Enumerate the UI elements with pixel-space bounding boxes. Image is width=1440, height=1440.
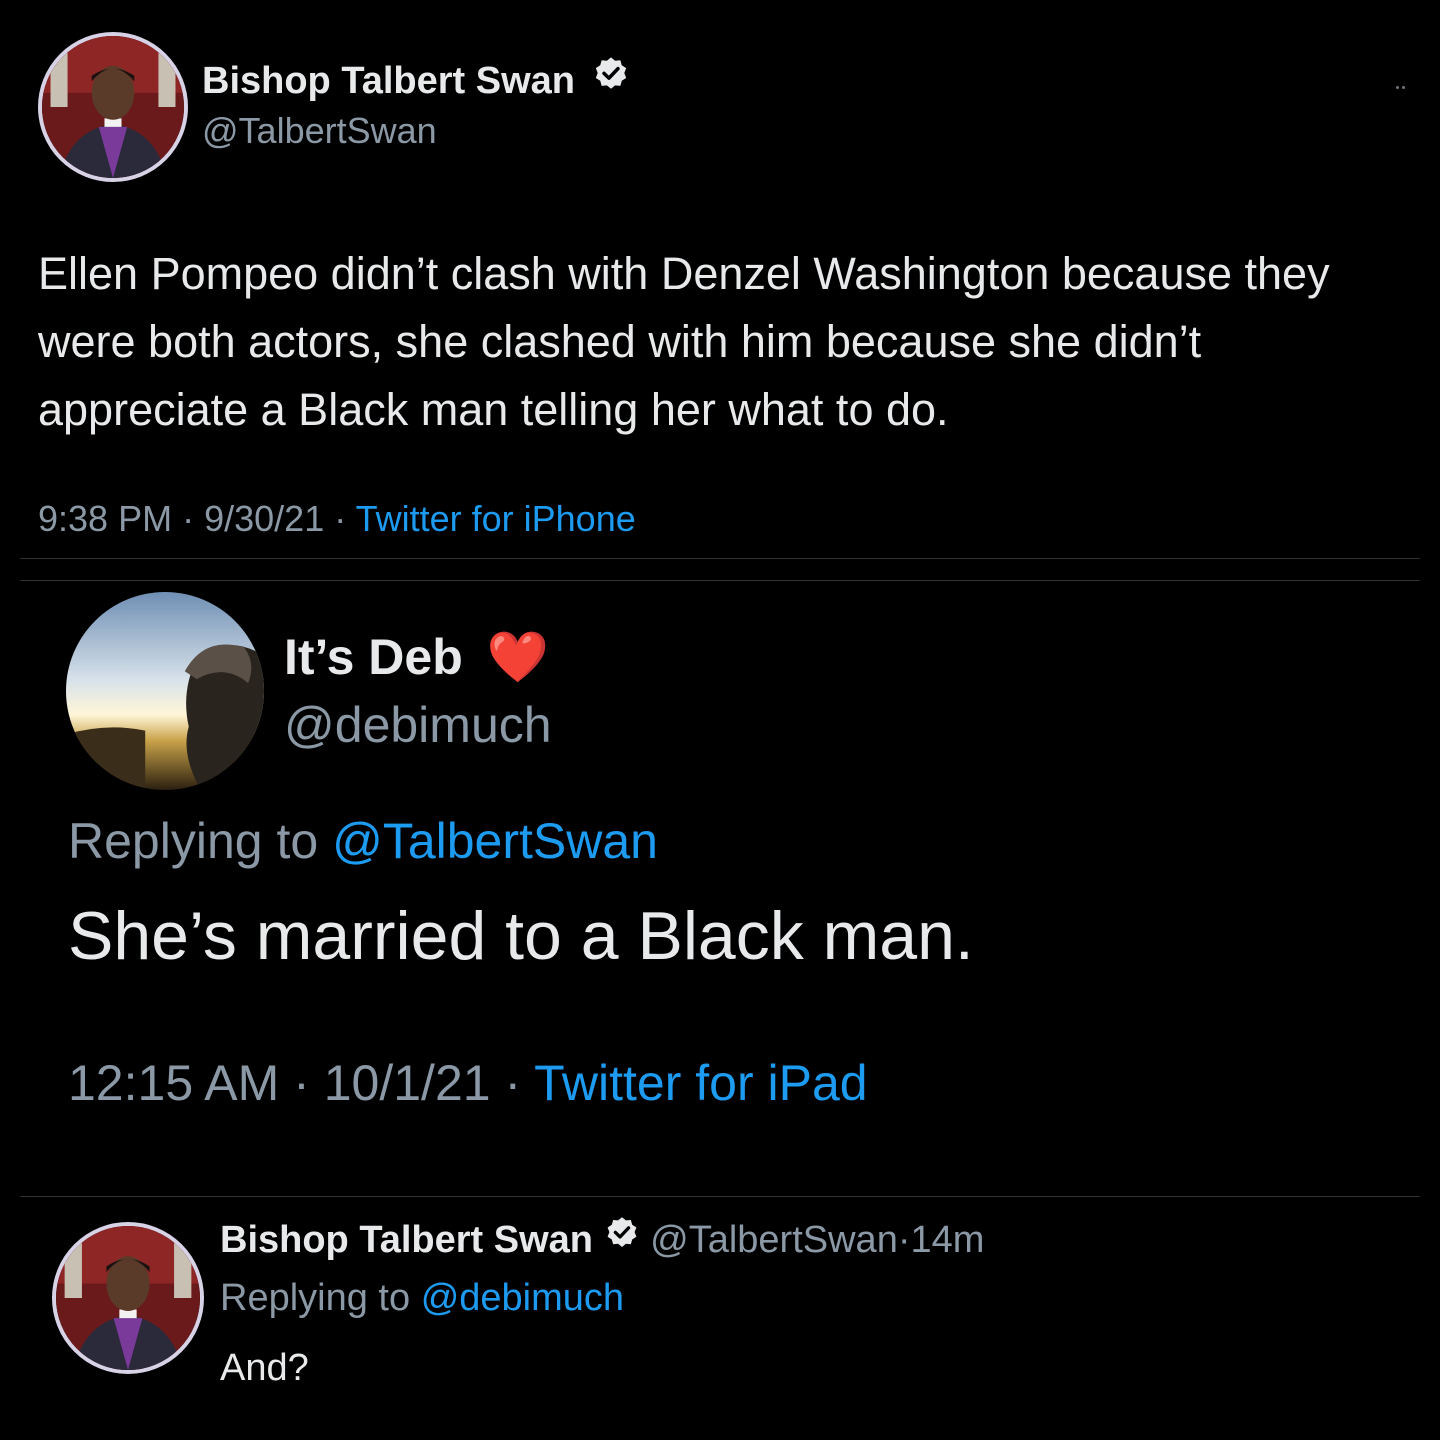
separator-dot: · — [504, 1055, 522, 1111]
tweet-header: Bishop Talbert Swan @TalbertSwan·14m — [220, 1216, 984, 1264]
tweet-text: She’s married to a Black man. — [68, 898, 974, 974]
avatar-talbert-swan[interactable] — [52, 1222, 204, 1374]
replying-to-label: Replying to — [68, 813, 319, 869]
author-handle[interactable]: @debimuch — [284, 694, 552, 756]
tweet-text: Ellen Pompeo didn’t clash with Denzel Wa… — [38, 248, 1330, 435]
avatar-image — [42, 36, 184, 178]
separator-dot: · — [897, 1219, 911, 1261]
divider — [20, 1196, 1420, 1197]
tweet-source[interactable]: Twitter for iPhone — [356, 498, 636, 539]
separator-dot: · — [293, 1055, 310, 1111]
tweet-source[interactable]: Twitter for iPad — [534, 1055, 867, 1111]
tweet-age[interactable]: 14m — [910, 1219, 984, 1261]
author-name[interactable]: Bishop Talbert Swan — [202, 55, 630, 104]
verified-badge-icon — [592, 55, 630, 104]
replying-to: Replying to @debimuch — [220, 1274, 624, 1322]
tweet-time[interactable]: 9:38 PM — [38, 498, 172, 539]
author-name-text: Bishop Talbert Swan — [202, 60, 576, 102]
avatar-image — [66, 592, 264, 790]
heart-emoji-icon: ❤️ — [486, 629, 549, 685]
tweet-time[interactable]: 12:15 AM — [68, 1055, 279, 1111]
replying-to-handle[interactable]: @TalbertSwan — [332, 813, 658, 869]
avatar-image — [56, 1226, 200, 1370]
replying-to-handle[interactable]: @debimuch — [421, 1277, 624, 1319]
separator-dot: · — [182, 498, 195, 539]
replying-to: Replying to @TalbertSwan — [68, 810, 658, 872]
tweet-text: And? — [220, 1347, 309, 1389]
replying-to-label: Replying to — [220, 1277, 411, 1319]
author-name[interactable]: It’s Deb ❤️ — [284, 626, 549, 688]
author-name-text: It’s Deb — [284, 629, 463, 685]
author-handle[interactable]: @TalbertSwan — [202, 108, 437, 154]
divider — [20, 558, 1420, 559]
tweet-metadata: 12:15 AM · 10/1/21 · Twitter for iPad — [68, 1052, 868, 1114]
author-name[interactable]: Bishop Talbert Swan — [220, 1219, 593, 1261]
divider — [20, 580, 1420, 581]
tweet-date[interactable]: 9/30/21 — [204, 498, 324, 539]
author-handle[interactable]: @TalbertSwan — [650, 1219, 898, 1261]
verified-badge-icon — [604, 1215, 640, 1263]
avatar-debimuch[interactable] — [66, 592, 264, 790]
tweet-metadata: 9:38 PM · 9/30/21 · Twitter for iPhone — [38, 494, 636, 544]
avatar-talbert-swan[interactable] — [38, 32, 188, 182]
more-options-icon[interactable] — [1396, 76, 1420, 89]
separator-dot: · — [334, 498, 347, 539]
tweet-date[interactable]: 10/1/21 — [324, 1055, 491, 1111]
